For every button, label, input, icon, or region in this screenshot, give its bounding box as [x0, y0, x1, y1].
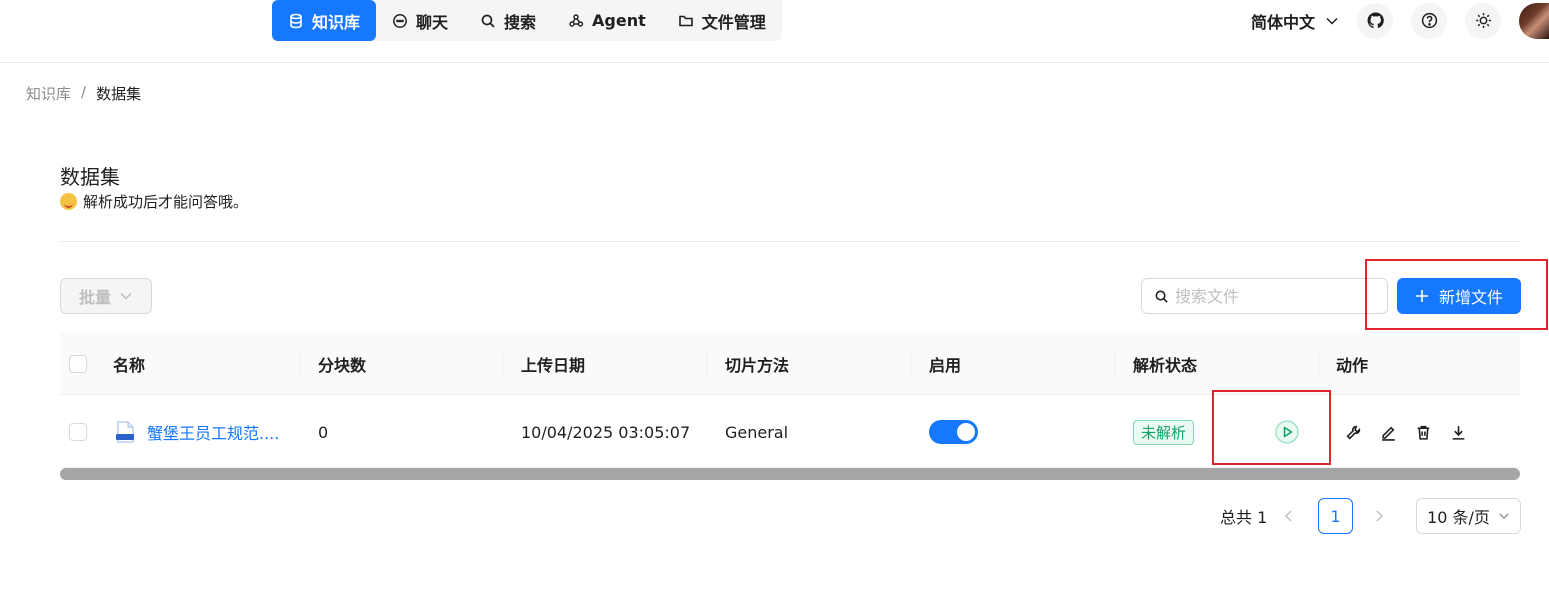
nav-knowledge-base[interactable]: 知识库 — [272, 0, 377, 41]
nav-chat[interactable]: 聊天 — [376, 0, 464, 41]
chevron-down-icon — [1326, 17, 1338, 25]
nav-label: Agent — [592, 11, 646, 30]
top-navigation-bar: 知识库 聊天 搜索 Agent 文件管理 简体中文 — [0, 0, 1549, 63]
column-separator — [910, 352, 911, 376]
column-separator — [706, 352, 707, 376]
breadcrumb-current: 数据集 — [96, 85, 142, 103]
edit-pencil-icon[interactable] — [1380, 424, 1397, 441]
column-separator — [502, 352, 503, 376]
nav-label: 文件管理 — [701, 12, 766, 32]
select-all-cell — [69, 333, 87, 395]
nav-label: 搜索 — [504, 12, 537, 32]
main-nav: 知识库 聊天 搜索 Agent 文件管理 — [272, 0, 782, 41]
row-checkbox[interactable] — [69, 423, 87, 441]
select-all-checkbox[interactable] — [69, 355, 87, 373]
graph-nodes-icon — [569, 13, 584, 27]
column-header-chunks[interactable]: 分块数 — [318, 333, 366, 395]
page-size-selector[interactable]: 10 条/页 — [1416, 498, 1521, 534]
batch-label: 批量 — [78, 288, 111, 307]
column-separator — [1318, 352, 1319, 376]
database-icon — [290, 13, 302, 28]
nav-label: 知识库 — [312, 12, 361, 32]
user-avatar[interactable] — [1519, 2, 1549, 39]
language-label: 简体中文 — [1250, 12, 1315, 32]
page-title: 数据集 — [60, 165, 120, 189]
chevron-left-icon — [1284, 510, 1292, 522]
column-header-upload-date[interactable]: 上传日期 — [521, 333, 585, 395]
file-name: 蟹堡王员工规范.... — [147, 424, 280, 443]
github-icon — [1367, 12, 1384, 29]
column-header-enabled[interactable]: 启用 — [929, 333, 961, 395]
subtitle-text: 解析成功后才能问答哦。 — [83, 193, 249, 211]
folder-icon — [678, 15, 693, 26]
chevron-right-icon — [1376, 510, 1384, 522]
column-header-parse-status[interactable]: 解析状态 — [1133, 333, 1197, 395]
row-select-cell — [69, 396, 87, 468]
chunks-cell: 0 — [318, 422, 329, 442]
sun-icon — [1475, 13, 1491, 28]
highlight-box-parse-button — [1212, 390, 1331, 465]
parse-status-cell: 未解析 — [1133, 396, 1195, 468]
column-separator — [1114, 352, 1115, 376]
breadcrumb-root-link[interactable]: 知识库 — [26, 83, 71, 104]
divider — [60, 241, 1520, 242]
wrench-icon[interactable] — [1345, 424, 1362, 441]
upload-date-cell: 10/04/2025 03:05:07 — [521, 422, 691, 442]
enabled-cell — [929, 396, 978, 468]
chevron-down-icon — [120, 292, 132, 300]
docx-file-icon — [116, 421, 134, 443]
enable-toggle[interactable] — [929, 420, 978, 444]
column-header-name[interactable]: 名称 — [113, 333, 145, 395]
theme-toggle-button[interactable] — [1465, 2, 1501, 39]
batch-button[interactable]: 批量 — [60, 278, 152, 314]
download-icon[interactable] — [1450, 424, 1467, 441]
nav-file-management[interactable]: 文件管理 — [662, 0, 782, 41]
highlight-box-add-file — [1365, 259, 1548, 330]
search-input[interactable] — [1175, 286, 1375, 306]
top-right-controls: 简体中文 — [1251, 0, 1549, 41]
scrollbar-thumb[interactable] — [60, 468, 1520, 480]
search-icon — [481, 14, 495, 28]
nav-label: 聊天 — [416, 12, 449, 32]
column-header-chunk-method[interactable]: 切片方法 — [725, 333, 789, 395]
nav-search[interactable]: 搜索 — [464, 0, 552, 41]
page-1-button[interactable]: 1 — [1318, 498, 1353, 534]
nav-agent[interactable]: Agent — [552, 0, 662, 41]
status-badge: 未解析 — [1133, 419, 1195, 445]
question-circle-icon — [1421, 12, 1437, 29]
search-icon — [1155, 290, 1168, 303]
pagination-total: 总共 1 — [1220, 508, 1268, 527]
file-name-link[interactable]: 蟹堡王员工规范.... — [115, 420, 279, 444]
name-cell: 蟹堡王员工规范.... — [115, 396, 279, 468]
smile-emoji-icon — [60, 193, 77, 210]
prev-page-button[interactable] — [1282, 498, 1296, 534]
trash-icon[interactable] — [1415, 424, 1432, 441]
column-header-actions: 动作 — [1336, 356, 1369, 375]
table-header: 名称 分块数 上传日期 切片方法 启用 解析状态 动作 — [60, 333, 1520, 395]
column-separator — [299, 352, 300, 376]
breadcrumb-separator: / — [81, 83, 87, 101]
next-page-button[interactable] — [1372, 498, 1386, 534]
help-button[interactable] — [1411, 2, 1447, 39]
language-selector[interactable]: 简体中文 — [1251, 9, 1339, 33]
chat-bubble-icon — [393, 13, 407, 28]
page-size-box: 10 条/页 — [1416, 498, 1521, 534]
breadcrumb: 知识库 / 数据集 — [26, 83, 141, 104]
actions-cell — [1345, 396, 1467, 468]
chevron-down-icon — [1499, 513, 1509, 520]
chunk-method-cell[interactable]: General — [725, 396, 788, 468]
page-size-label: 10 条/页 — [1427, 508, 1490, 527]
github-button[interactable] — [1357, 2, 1393, 39]
page-subtitle: 解析成功后才能问答哦。 — [60, 191, 248, 212]
search-box — [1141, 278, 1388, 314]
horizontal-scrollbar[interactable] — [60, 468, 1520, 480]
current-page-number: 1 — [1318, 498, 1353, 534]
